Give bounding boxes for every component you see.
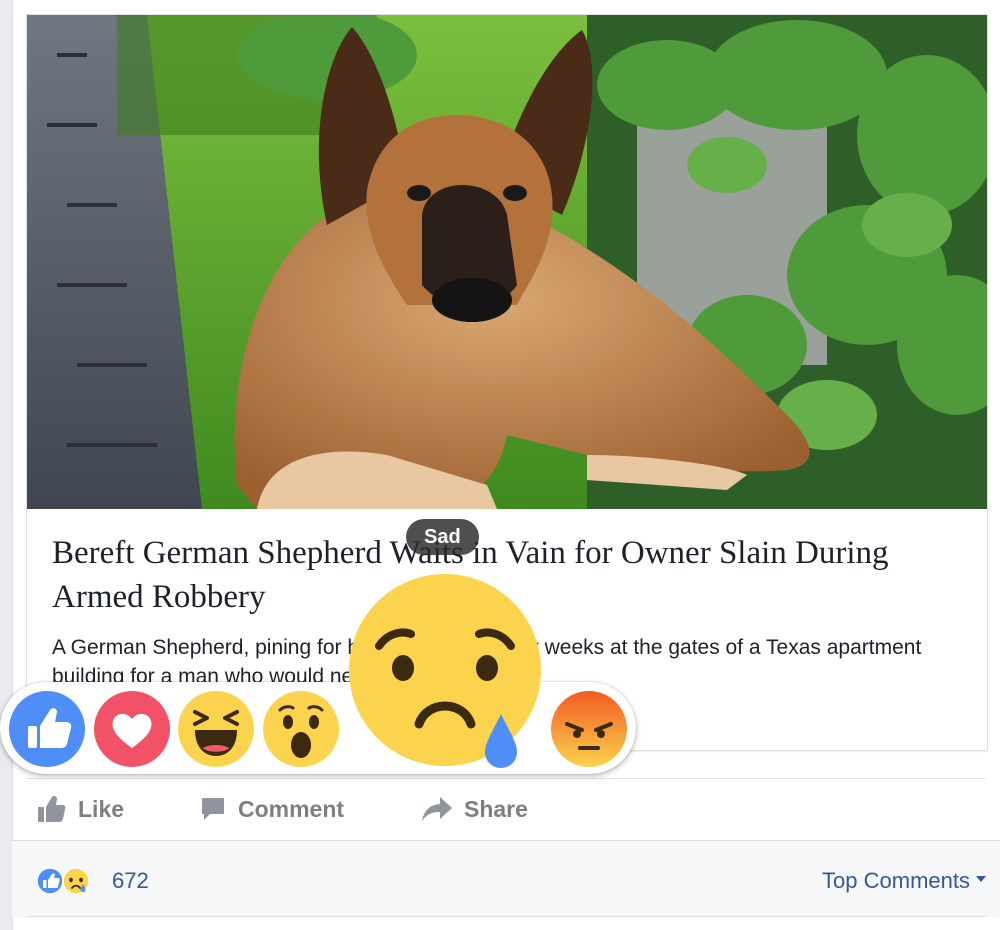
sad-summary-icon <box>62 867 90 895</box>
reactions-picker <box>0 574 636 774</box>
share-button[interactable]: Share <box>422 779 528 839</box>
thumbs-up-icon <box>38 796 66 822</box>
top-comments-dropdown[interactable]: Top Comments <box>822 868 986 894</box>
comment-button[interactable]: Comment <box>200 779 344 839</box>
reaction-summary-bar: 672 Top Comments <box>12 840 1000 917</box>
like-label: Like <box>78 795 125 822</box>
reaction-count[interactable]: 672 <box>112 868 149 894</box>
reaction-tooltip: Sad <box>406 519 479 555</box>
haha-reaction[interactable] <box>177 690 255 768</box>
article-photo[interactable] <box>27 15 987 509</box>
post-actions: Like Comment Share <box>26 778 986 839</box>
comment-label: Comment <box>238 795 345 822</box>
share-arrow-icon <box>422 797 452 821</box>
sad-reaction[interactable] <box>347 572 547 772</box>
like-reaction[interactable] <box>8 690 86 768</box>
love-reaction[interactable] <box>93 690 171 768</box>
divider <box>26 916 986 917</box>
like-summary-icon <box>36 867 64 895</box>
comment-icon <box>202 798 224 820</box>
like-button[interactable]: Like <box>38 779 124 839</box>
angry-reaction[interactable] <box>550 690 628 768</box>
top-comments-label: Top Comments <box>822 868 970 893</box>
share-label: Share <box>464 795 528 822</box>
wow-reaction[interactable] <box>262 690 340 768</box>
caret-down-icon <box>976 876 986 882</box>
